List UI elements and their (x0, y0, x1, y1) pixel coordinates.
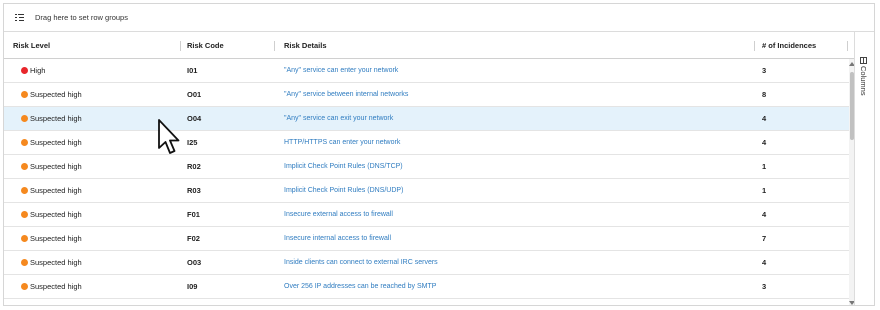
risk-level-cell: Suspected high (30, 186, 82, 195)
table-row[interactable]: Suspected high O04 "Any" service can exit … (4, 107, 849, 131)
incidences-cell: 4 (762, 210, 767, 219)
risk-code-cell: I25 (187, 138, 198, 147)
header-risk-details[interactable]: Risk Details (284, 32, 327, 59)
risk-details-link[interactable]: HTTP/HTTPS can enter your network (284, 131, 400, 155)
header-incidences[interactable]: # of Incidences (762, 32, 816, 59)
severity-dot-icon (21, 163, 28, 170)
severity-dot-icon (21, 139, 28, 146)
risk-code-cell: O03 (187, 258, 202, 267)
risk-code-cell: R03 (187, 186, 201, 195)
risk-details-link[interactable]: "Any" service can exit your network (284, 107, 393, 131)
severity-dot-icon (21, 259, 28, 266)
column-resize-handle[interactable] (180, 41, 181, 51)
table-row[interactable]: Suspected high F02 Insecure internal acces… (4, 227, 849, 251)
table-row[interactable]: Suspected high O03 Inside clients can conn… (4, 251, 849, 275)
risk-level-cell: Suspected high (30, 114, 82, 123)
risk-details-link[interactable]: Insecure internal access to firewall (284, 227, 391, 251)
risk-details-link[interactable]: "Any" service between internal networks (284, 83, 408, 107)
incidences-cell: 1 (762, 162, 767, 171)
risk-grid: Drag here to set row groups Risk Level R… (3, 3, 875, 306)
mouse-pointer-icon (158, 119, 180, 154)
incidences-cell: 4 (762, 114, 767, 123)
table-row[interactable]: High I01 "Any" service can enter your netw… (4, 59, 849, 83)
row-group-drop-zone[interactable]: Drag here to set row groups (4, 4, 874, 32)
incidences-cell: 3 (762, 282, 767, 291)
risk-level-cell: Suspected high (30, 162, 82, 171)
severity-dot-icon (21, 235, 28, 242)
risk-code-cell: O04 (187, 114, 202, 123)
column-resize-handle[interactable] (754, 41, 755, 51)
risk-code-cell: I09 (187, 282, 198, 291)
severity-dot-icon (21, 187, 28, 194)
grid-header: Risk Level Risk Code Risk Details # of I… (4, 32, 854, 59)
columns-icon[interactable] (860, 57, 867, 64)
header-risk-level[interactable]: Risk Level (13, 32, 50, 59)
columns-side-panel[interactable]: Columns (854, 32, 874, 305)
table-row[interactable]: Suspected high O01 "Any" service between i… (4, 83, 849, 107)
table-row[interactable]: Suspected high R03 Implicit Check Point Ru… (4, 179, 849, 203)
columns-tab-label[interactable]: Columns (859, 66, 868, 96)
risk-code-cell: I01 (187, 66, 198, 75)
severity-dot-icon (21, 67, 28, 74)
risk-details-link[interactable]: Implicit Check Point Rules (DNS/TCP) (284, 155, 403, 179)
incidences-cell: 4 (762, 138, 767, 147)
row-groups-icon (15, 13, 25, 22)
risk-details-link[interactable]: "Any" service can enter your network (284, 59, 398, 83)
row-group-hint: Drag here to set row groups (35, 13, 128, 22)
risk-code-cell: F01 (187, 210, 200, 219)
incidences-cell: 7 (762, 234, 767, 243)
grid-body: High I01 "Any" service can enter your netw… (4, 59, 849, 305)
header-risk-code[interactable]: Risk Code (187, 32, 224, 59)
column-resize-handle[interactable] (847, 41, 848, 51)
risk-details-link[interactable]: Over 256 IP addresses can be reached by … (284, 275, 436, 299)
incidences-cell: 8 (762, 90, 767, 99)
incidences-cell: 4 (762, 258, 767, 267)
risk-details-link[interactable]: Inside clients can connect to external I… (284, 251, 438, 275)
incidences-cell: 3 (762, 66, 767, 75)
risk-level-cell: Suspected high (30, 234, 82, 243)
risk-level-cell: Suspected high (30, 138, 82, 147)
table-row[interactable]: Suspected high I09 Over 256 IP addresses c… (4, 275, 849, 299)
risk-level-cell: Suspected high (30, 258, 82, 267)
risk-level-cell: Suspected high (30, 90, 82, 99)
risk-details-link[interactable]: Implicit Check Point Rules (DNS/UDP) (284, 179, 403, 203)
table-row[interactable]: Suspected high R02 Implicit Check Point Ru… (4, 155, 849, 179)
incidences-cell: 1 (762, 186, 767, 195)
risk-code-cell: F02 (187, 234, 200, 243)
risk-level-cell: High (30, 66, 46, 75)
risk-code-cell: R02 (187, 162, 201, 171)
risk-details-link[interactable]: Insecure external access to firewall (284, 203, 393, 227)
risk-code-cell: O01 (187, 90, 202, 99)
severity-dot-icon (21, 283, 28, 290)
risk-level-cell: Suspected high (30, 210, 82, 219)
risk-level-cell: Suspected high (30, 282, 82, 291)
table-row[interactable]: Suspected high F01 Insecure external acces… (4, 203, 849, 227)
table-row[interactable]: Suspected high I25 HTTP/HTTPS can enter yo… (4, 131, 849, 155)
column-resize-handle[interactable] (274, 41, 275, 51)
severity-dot-icon (21, 115, 28, 122)
severity-dot-icon (21, 211, 28, 218)
severity-dot-icon (21, 91, 28, 98)
